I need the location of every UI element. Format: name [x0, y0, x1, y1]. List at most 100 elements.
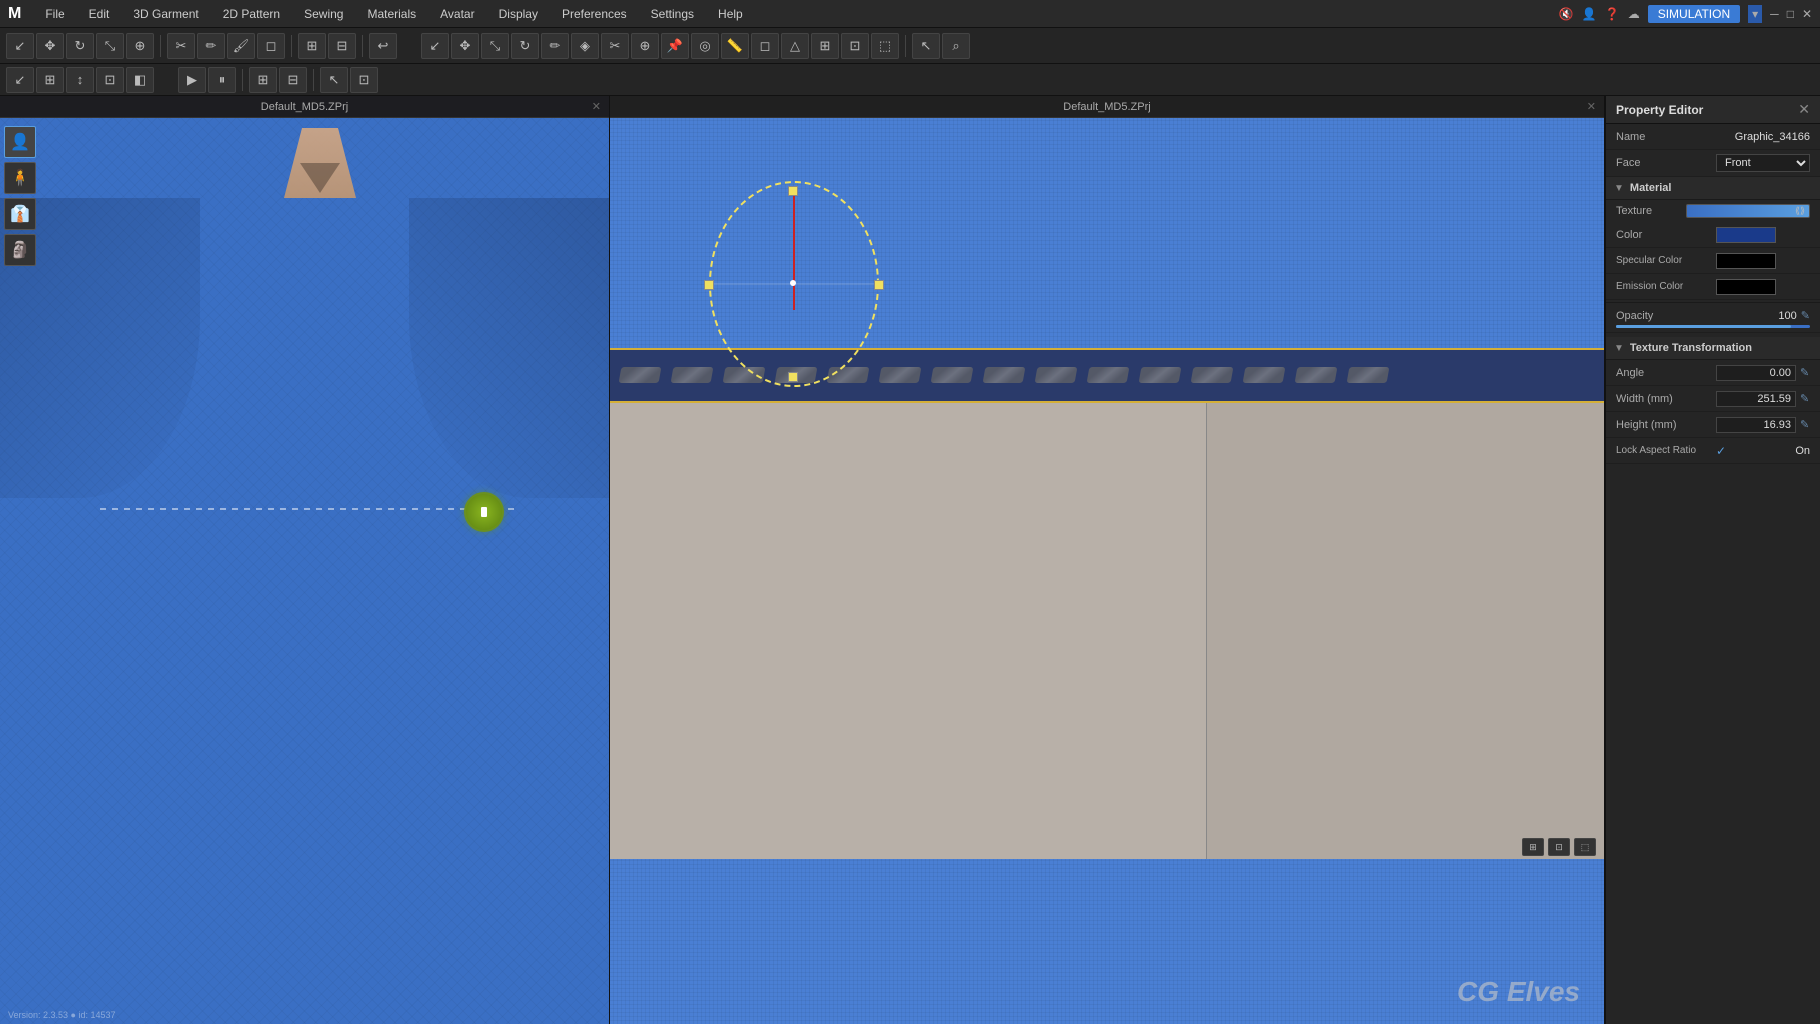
prop-width-edit-icon[interactable]: ✎	[1800, 392, 1809, 405]
2d-pen-btn[interactable]: ✏	[541, 33, 569, 59]
menu-2d-pattern[interactable]: 2D Pattern	[219, 5, 284, 23]
snap-btn[interactable]: ⊞	[298, 33, 326, 59]
prop-height-input[interactable]	[1716, 417, 1796, 433]
pattern-bottom-fabric	[610, 859, 1604, 1024]
2d-cut-btn[interactable]: ✂	[601, 33, 629, 59]
2d-extra-btn[interactable]: ⊡	[841, 33, 869, 59]
prop-angle-input[interactable]	[1716, 365, 1796, 381]
avatar-thumb-4[interactable]: 🗿	[4, 234, 36, 266]
menu-file[interactable]: File	[41, 5, 68, 23]
2d-zoom-btn[interactable]: ⌕	[942, 33, 970, 59]
viewport-2d-close[interactable]: ✕	[1587, 100, 1596, 113]
eraser-tool-btn[interactable]: ◻	[257, 33, 285, 59]
2d-pin-btn[interactable]: 📌	[661, 33, 689, 59]
property-panel-close[interactable]: ✕	[1798, 101, 1810, 118]
menu-materials[interactable]: Materials	[363, 5, 420, 23]
material-section-header[interactable]: ▼ Material	[1606, 177, 1820, 200]
menu-display[interactable]: Display	[495, 5, 542, 23]
2d-pause-btn[interactable]: ⏸	[208, 67, 236, 93]
menu-preferences[interactable]: Preferences	[558, 5, 631, 23]
2d-arrange2-btn[interactable]: ⊞	[249, 67, 277, 93]
2d-cursor-btn[interactable]: ↖	[912, 33, 940, 59]
watermark-cg: CG	[1457, 976, 1507, 1007]
user-icon[interactable]: 👤	[1582, 7, 1597, 21]
2d-node-btn[interactable]: ◈	[571, 33, 599, 59]
move-tool-btn[interactable]: ✥	[36, 33, 64, 59]
undo-btn[interactable]: ↩	[369, 33, 397, 59]
avatar-thumb-3[interactable]: 👔	[4, 198, 36, 230]
2d-cursor2-btn[interactable]: ↖	[320, 67, 348, 93]
speaker-icon[interactable]: 🔇	[1559, 7, 1574, 21]
2d-rotate-btn[interactable]: ↻	[511, 33, 539, 59]
2d-texture-btn[interactable]: ⊞	[811, 33, 839, 59]
menu-settings[interactable]: Settings	[647, 5, 698, 23]
viewport-2d[interactable]: Default_MD5.ZPrj ✕	[610, 96, 1605, 1024]
select-tool-btn[interactable]: ↙	[6, 33, 34, 59]
handle-right[interactable]	[874, 280, 884, 290]
prop-height-edit-icon[interactable]: ✎	[1800, 418, 1809, 431]
prop-angle-edit-icon[interactable]: ✎	[1800, 366, 1809, 379]
menu-3d-garment[interactable]: 3D Garment	[129, 5, 202, 23]
2d-sew-btn[interactable]: ⊕	[631, 33, 659, 59]
pen-tool-btn[interactable]: ✏	[197, 33, 225, 59]
menu-avatar[interactable]: Avatar	[436, 5, 478, 23]
2d-extra2-btn[interactable]: ⊡	[350, 67, 378, 93]
menu-edit[interactable]: Edit	[85, 5, 114, 23]
2d-measure-btn[interactable]: 📏	[721, 33, 749, 59]
3d-arrange-btn[interactable]: ◧	[126, 67, 154, 93]
prop-lock-aspect-checkbox[interactable]: ✓	[1716, 444, 1726, 458]
2d-fold-btn[interactable]: △	[781, 33, 809, 59]
brush-tool-btn[interactable]: 🖌	[227, 33, 255, 59]
cloud-icon[interactable]: ☁	[1628, 7, 1640, 21]
2d-nesting-btn[interactable]: ⬚	[871, 33, 899, 59]
grid-btn[interactable]: ⊟	[328, 33, 356, 59]
prop-face-dropdown[interactable]: Front	[1716, 154, 1810, 172]
2d-snap-btn[interactable]: ◎	[691, 33, 719, 59]
close-window-icon[interactable]: ✕	[1802, 7, 1812, 21]
minimize-icon[interactable]: ─	[1770, 7, 1779, 21]
transform-tool-btn[interactable]: ⊕	[126, 33, 154, 59]
sim-dropdown-icon[interactable]: ▾	[1748, 5, 1762, 23]
maximize-icon[interactable]: □	[1787, 7, 1794, 21]
viewport-3d-close[interactable]: ✕	[592, 100, 601, 113]
handle-left[interactable]	[704, 280, 714, 290]
menu-help[interactable]: Help	[714, 5, 747, 23]
3d-move2-btn[interactable]: ↕	[66, 67, 94, 93]
2d-sym-btn[interactable]: ⊟	[279, 67, 307, 93]
tool-indicator[interactable]	[464, 492, 504, 532]
3d-pin2-btn[interactable]: ⊡	[96, 67, 124, 93]
2d-layout-btn-2[interactable]: ⊡	[1548, 838, 1570, 856]
2d-layout-btn-3[interactable]: ⬚	[1574, 838, 1596, 856]
rotate-tool-btn[interactable]: ↻	[66, 33, 94, 59]
prop-specular-swatch[interactable]	[1716, 253, 1776, 269]
prop-emission-swatch[interactable]	[1716, 279, 1776, 295]
prop-opacity-edit-icon[interactable]: ✎	[1801, 309, 1810, 322]
3d-grid2-btn[interactable]: ⊞	[36, 67, 64, 93]
menu-sewing[interactable]: Sewing	[300, 5, 347, 23]
texture-bar-handle-icon: ⟪⟫	[1795, 206, 1805, 217]
edit-tool-btn[interactable]: ✂	[167, 33, 195, 59]
handle-bottom[interactable]	[788, 372, 798, 382]
prop-texture-bar[interactable]: ⟪⟫	[1686, 204, 1810, 218]
main-area: Default_MD5.ZPrj ✕ 👤 🧍	[0, 96, 1820, 1024]
texture-transform-section-header[interactable]: ▼ Texture Transformation	[1606, 337, 1820, 360]
viewport-3d[interactable]: Default_MD5.ZPrj ✕ 👤 🧍	[0, 96, 610, 1024]
2d-internal-btn[interactable]: ◻	[751, 33, 779, 59]
2d-scale-btn[interactable]: ⤡	[481, 33, 509, 59]
2d-move-btn[interactable]: ✥	[451, 33, 479, 59]
3d-select2-btn[interactable]: ↙	[6, 67, 34, 93]
2d-layout-btn-1[interactable]: ⊞	[1522, 838, 1544, 856]
avatar-thumb-2[interactable]: 🧍	[4, 162, 36, 194]
2d-select-btn[interactable]: ↙	[421, 33, 449, 59]
viewport-2d-bottom-icons: ⊞ ⊡ ⬚	[1522, 838, 1596, 856]
simulation-button[interactable]: SIMULATION	[1648, 5, 1740, 23]
prop-opacity-slider[interactable]	[1616, 325, 1810, 328]
avatar-thumb-1[interactable]: 👤	[4, 126, 36, 158]
prop-width-input[interactable]	[1716, 391, 1796, 407]
prop-angle-label: Angle	[1616, 367, 1716, 379]
scale-tool-btn[interactable]: ⤡	[96, 33, 124, 59]
handle-top[interactable]	[788, 186, 798, 196]
help-circle-icon[interactable]: ❓	[1605, 7, 1620, 21]
prop-color-swatch[interactable]	[1716, 227, 1776, 243]
2d-play-btn[interactable]: ▶	[178, 67, 206, 93]
